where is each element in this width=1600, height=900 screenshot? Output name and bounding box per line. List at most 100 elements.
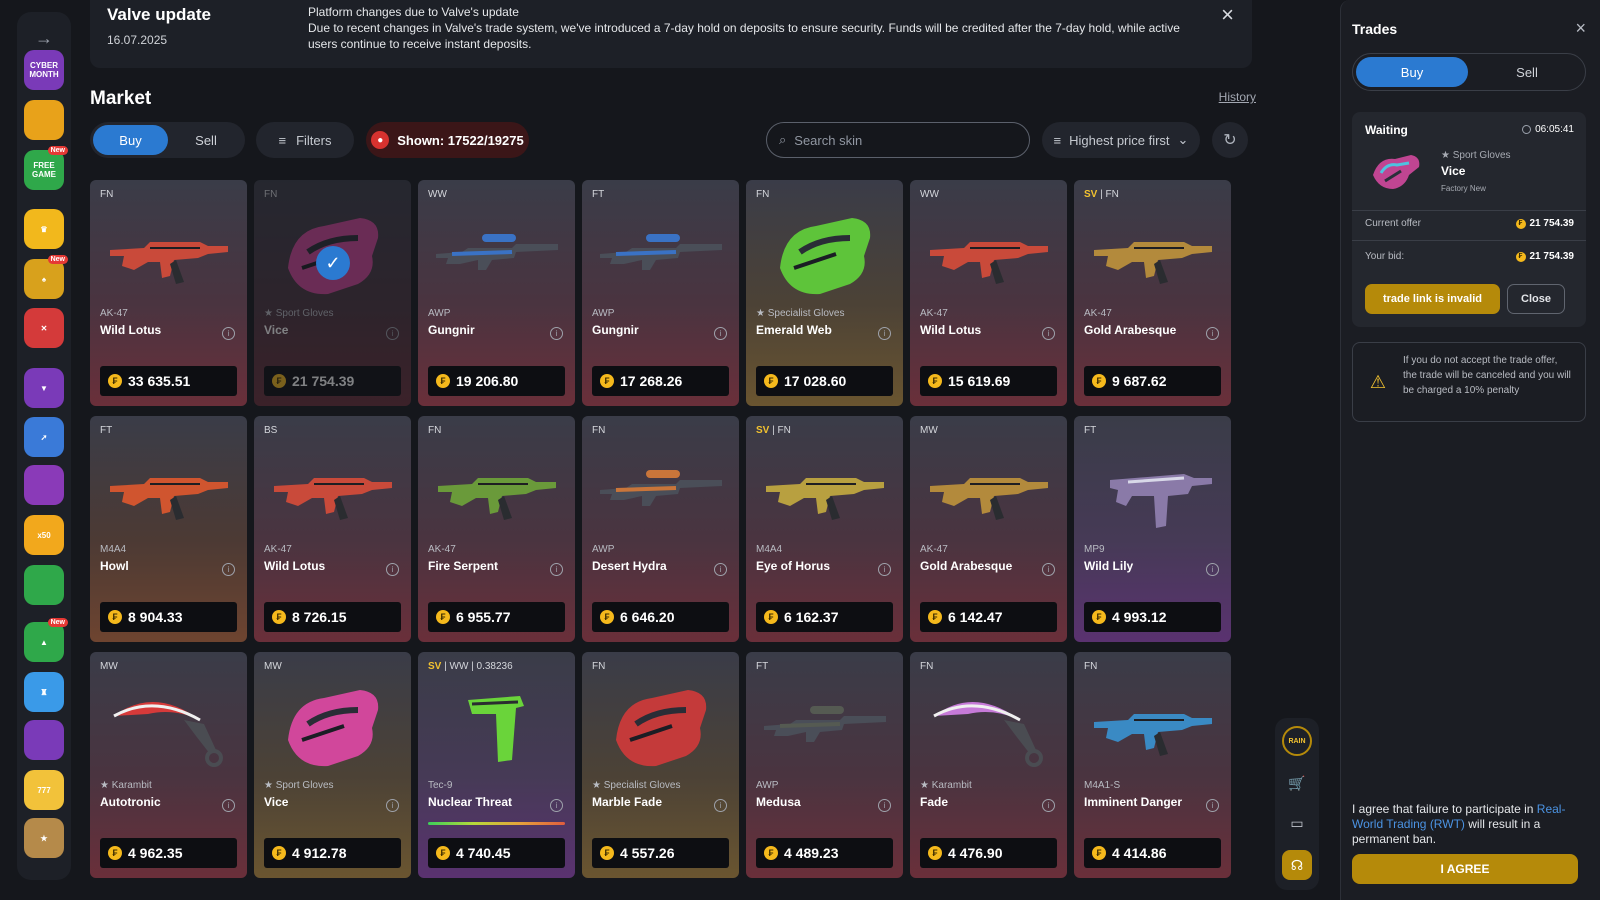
buy-tab[interactable]: Buy [93,125,168,155]
banner-heading: Platform changes due to Valve's update [308,5,519,19]
item-card[interactable]: WW AWP Gungnir i ₣ 19 206.80 [418,180,575,406]
close-trade-button[interactable]: Close [1507,284,1565,314]
info-icon[interactable]: i [386,799,399,812]
item-image [780,218,871,295]
item-price: ₣ 15 619.69 [920,366,1057,396]
info-icon[interactable]: i [1206,327,1219,340]
coin-icon: ₣ [1092,610,1106,624]
support-icon[interactable]: ☊ [1282,850,1312,880]
price-value: 9 687.62 [1112,373,1167,389]
item-price: ₣ 33 635.51 [100,366,237,396]
coin-icon: ₣ [108,610,122,624]
chat-icon[interactable]: ▭ [1282,808,1312,838]
item-card[interactable]: WW AK-47 Wild Lotus i ₣ 15 619.69 [910,180,1067,406]
item-card[interactable]: FN AWP Desert Hydra i ₣ 6 646.20 [582,416,739,642]
trades-sell-tab[interactable]: Sell [1471,57,1583,87]
info-icon[interactable]: i [550,327,563,340]
item-card[interactable]: MW AK-47 Gold Arabesque i ₣ 6 142.47 [910,416,1067,642]
item-category: AK-47 [100,308,128,319]
item-category: ★ Karambit [100,780,152,791]
banner-date: 16.07.2025 [107,33,168,47]
item-card[interactable]: FN ★ Karambit Fade i ₣ 4 476.90 [910,652,1067,878]
info-icon[interactable]: i [878,327,891,340]
x50-icon[interactable]: x50 [24,515,64,555]
free-game-icon[interactable]: FREE GAME New [24,146,68,190]
info-icon[interactable]: i [878,563,891,576]
wear-label: FN [428,425,442,436]
item-card[interactable]: SV | WW | 0.38236 Tec-9 Nuclear Threat i ₣ 4… [418,652,575,878]
info-icon[interactable]: i [222,563,235,576]
info-icon[interactable]: i [714,799,727,812]
wheel-icon[interactable] [24,465,64,505]
crown-icon[interactable]: ♛ [24,209,64,249]
sell-tab[interactable]: Sell [170,125,242,155]
refresh-icon: ↻ [1223,132,1237,149]
item-card[interactable]: MW ★ Sport Gloves Vice i ₣ 4 912.78 [254,652,411,878]
item-card[interactable]: FN M4A1-S Imminent Danger i ₣ 4 414.86 [1074,652,1231,878]
info-icon[interactable]: i [1206,563,1219,576]
rail-icon-label: ▲ [40,637,48,647]
upgrade-icon[interactable]: ▼ [24,368,64,408]
i-agree-button[interactable]: I AGREE [1352,854,1578,884]
trades-close-icon[interactable]: × [1575,18,1586,39]
info-icon[interactable]: i [714,327,727,340]
utility-bar: RAIN 🛒 ▭ ☊ [1275,718,1319,890]
wear-label: FT [1084,425,1097,436]
price-value: 6 955.77 [456,609,511,625]
search-input[interactable] [794,132,1005,148]
filters-button[interactable]: ≡ Filters [256,122,354,158]
shown-count-badge[interactable]: ● Shown: 17522/19275 [366,122,529,158]
crash-icon[interactable]: ➚ [24,417,64,457]
cart-icon[interactable]: 🛒 [1282,768,1312,798]
rwt-agreement-text: I agree that failure to participate in R… [1352,802,1584,847]
rain-icon[interactable]: RAIN [1282,726,1312,756]
tickets-icon[interactable] [24,100,64,140]
cyber-month-icon[interactable]: CYBER MONTH [24,50,64,90]
trade-status: Waiting [1365,123,1408,137]
item-category: AWP [756,780,779,791]
info-icon[interactable]: i [714,563,727,576]
banner-close-icon[interactable]: × [1221,2,1234,28]
item-card[interactable]: FT M4A4 Howl i ₣ 8 904.33 [90,416,247,642]
item-card[interactable]: FN ★ Specialist Gloves Marble Fade i ₣ 4 557… [582,652,739,878]
slots-icon[interactable]: 777 [24,770,64,810]
item-card[interactable]: FT MP9 Wild Lily i ₣ 4 993.12 [1074,416,1231,642]
item-card[interactable]: SV | FN AK-47 Gold Arabesque i ₣ 9 687.62 [1074,180,1231,406]
refresh-button[interactable]: ↻ [1212,122,1248,158]
item-card[interactable]: SV | FN M4A4 Eye of Horus i ₣ 6 162.37 [746,416,903,642]
item-price: ₣ 4 476.90 [920,838,1057,868]
history-link[interactable]: History [1219,90,1256,104]
cards-icon[interactable]: ♠ New [24,255,68,299]
info-icon[interactable]: i [550,799,563,812]
info-icon[interactable]: i [1042,563,1055,576]
coinflip-icon[interactable] [24,565,64,605]
info-icon[interactable]: i [386,563,399,576]
trades-buy-tab[interactable]: Buy [1356,57,1468,87]
item-card[interactable]: FN ★ Specialist Gloves Emerald Web i ₣ 17 02… [746,180,903,406]
item-card[interactable]: BS AK-47 Wild Lotus i ₣ 8 726.15 [254,416,411,642]
item-card[interactable]: FT AWP Gungnir i ₣ 17 268.26 [582,180,739,406]
battle-icon[interactable] [24,720,64,760]
item-name: Eye of Horus [756,559,831,573]
item-category: AK-47 [920,544,948,555]
sort-dropdown[interactable]: ≡ Highest price first ⌄ [1042,122,1200,158]
swords-icon[interactable]: ✕ [24,308,64,348]
item-card[interactable]: FT AWP Medusa i ₣ 4 489.23 [746,652,903,878]
info-icon[interactable]: i [222,799,235,812]
info-icon[interactable]: i [1042,327,1055,340]
expand-sidebar-arrow-icon[interactable]: → [32,26,56,50]
sort-icon: ≡ [1053,132,1062,148]
info-icon[interactable]: i [878,799,891,812]
info-icon[interactable]: i [1042,799,1055,812]
item-card[interactable]: MW ★ Karambit Autotronic i ₣ 4 962.35 [90,652,247,878]
tower-icon[interactable]: ♜ [24,672,64,712]
coin-icon: ₣ [272,846,286,860]
info-icon[interactable]: i [1206,799,1219,812]
item-card[interactable]: FN AK-47 Fire Serpent i ₣ 6 955.77 [418,416,575,642]
item-card[interactable]: FN AK-47 Wild Lotus i ₣ 33 635.51 [90,180,247,406]
info-icon[interactable]: i [550,563,563,576]
plinko-icon[interactable]: ▲ New [24,618,68,662]
star-icon[interactable]: ★ [24,818,64,858]
trade-link-invalid-button[interactable]: trade link is invalid [1365,284,1500,314]
info-icon[interactable]: i [222,327,235,340]
